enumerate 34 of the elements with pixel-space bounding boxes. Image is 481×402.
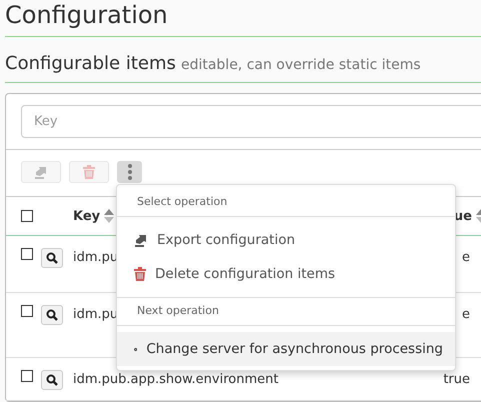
trash-icon: [83, 165, 95, 179]
menu-item[interactable]: Export configuration: [117, 223, 455, 257]
table-cell-text: idm.pub.app.show.environment: [73, 371, 278, 389]
section-subtitle: editable, can override static items: [180, 57, 421, 73]
detail-button[interactable]: [41, 305, 63, 325]
row-checkbox[interactable]: [21, 305, 33, 317]
select-all-checkbox[interactable]: [21, 210, 33, 222]
table-cell-text: true: [443, 371, 470, 389]
more-button[interactable]: [117, 161, 142, 183]
search-icon: [46, 374, 58, 386]
search-field[interactable]: Key: [21, 105, 481, 138]
detail-button[interactable]: [41, 248, 63, 268]
menu-header: Next operation: [117, 297, 455, 326]
menu-item-label: Change server for asynchronous processing: [146, 341, 443, 357]
row-checkbox[interactable]: [21, 248, 33, 260]
page-title: Configuration: [5, 0, 481, 37]
table-cell-text: e: [462, 306, 470, 324]
search-icon: [46, 252, 58, 264]
menu-header: Select operation: [117, 189, 455, 217]
detail-button[interactable]: [41, 370, 63, 390]
export-icon: [134, 233, 148, 247]
section-title: Configurable items: [5, 53, 176, 74]
row-checkbox[interactable]: [21, 370, 33, 382]
menu-item[interactable]: Delete configuration items: [117, 257, 455, 291]
more-icon: [128, 164, 132, 180]
export-icon: [34, 165, 48, 179]
column-header[interactable]: Key: [73, 208, 100, 224]
trash-icon: [134, 267, 146, 281]
search-icon: [46, 309, 58, 321]
menu-item-label: Delete configuration items: [155, 266, 336, 282]
table-cell-text: e: [462, 249, 470, 267]
sort-icon[interactable]: [104, 209, 114, 223]
menu-item[interactable]: Change server for asynchronous processing: [117, 332, 455, 366]
menu-item-label: Export configuration: [157, 232, 296, 248]
